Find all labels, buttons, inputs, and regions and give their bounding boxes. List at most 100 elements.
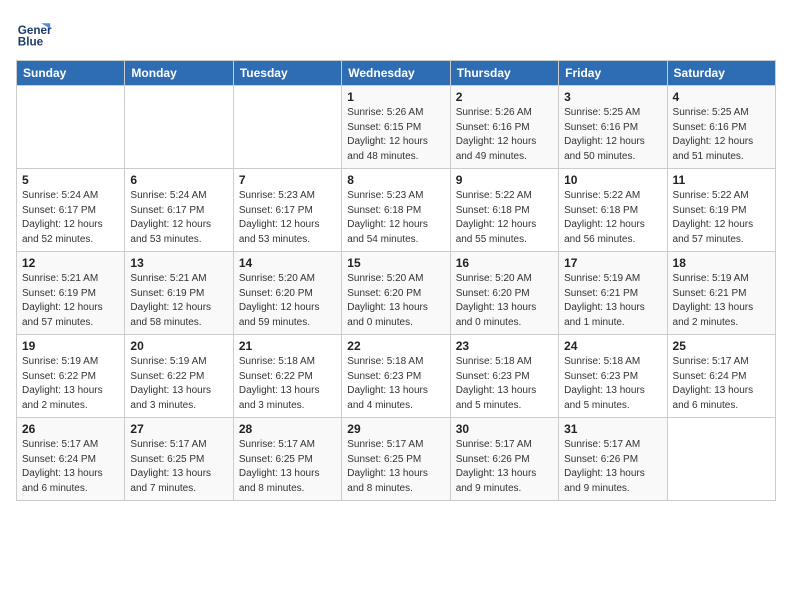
calendar-cell: 21 Sunrise: 5:18 AM Sunset: 6:22 PM Dayli… xyxy=(233,335,341,418)
calendar-cell: 4 Sunrise: 5:25 AM Sunset: 6:16 PM Daylig… xyxy=(667,86,775,169)
day-info: Sunrise: 5:17 AM Sunset: 6:25 PM Dayligh… xyxy=(239,438,336,496)
calendar-week-row: 26Sunrise: 5:17 AM Sunset: 6:24 PM Dayli… xyxy=(17,418,776,501)
day-number: 4 xyxy=(673,90,770,104)
calendar-cell: 17 Sunrise: 5:19 AM Sunset: 6:21 PM Dayli… xyxy=(559,252,667,335)
calendar-cell: 13Sunrise: 5:21 AM Sunset: 6:19 PM Dayli… xyxy=(125,252,233,335)
calendar-cell: 7 Sunrise: 5:23 AM Sunset: 6:17 PM Daylig… xyxy=(233,169,341,252)
calendar-cell: 8 Sunrise: 5:23 AM Sunset: 6:18 PM Daylig… xyxy=(342,169,450,252)
day-number: 14 xyxy=(239,256,336,270)
day-info: Sunrise: 5:20 AM Sunset: 6:20 PM Dayligh… xyxy=(239,272,336,330)
day-number: 2 xyxy=(456,90,553,104)
calendar-cell: 22 Sunrise: 5:18 AM Sunset: 6:23 PM Dayli… xyxy=(342,335,450,418)
day-info: Sunrise: 5:19 AM Sunset: 6:22 PM Dayligh… xyxy=(22,355,119,413)
day-info: Sunrise: 5:19 AM Sunset: 6:21 PM Dayligh… xyxy=(673,272,770,330)
calendar-cell xyxy=(125,86,233,169)
calendar-cell: 16 Sunrise: 5:20 AM Sunset: 6:20 PM Dayli… xyxy=(450,252,558,335)
calendar-cell: 25 Sunrise: 5:17 AM Sunset: 6:24 PM Dayli… xyxy=(667,335,775,418)
day-number: 9 xyxy=(456,173,553,187)
day-info: Sunrise: 5:24 AM Sunset: 6:17 PM Dayligh… xyxy=(130,189,227,247)
day-info: Sunrise: 5:19 AM Sunset: 6:22 PM Dayligh… xyxy=(130,355,227,413)
calendar-cell: 2 Sunrise: 5:26 AM Sunset: 6:16 PM Daylig… xyxy=(450,86,558,169)
calendar-cell xyxy=(233,86,341,169)
logo: General Blue xyxy=(16,16,52,52)
weekday-header-sunday: Sunday xyxy=(17,61,125,86)
calendar-cell: 6 Sunrise: 5:24 AM Sunset: 6:17 PM Daylig… xyxy=(125,169,233,252)
page-header: General Blue xyxy=(16,16,776,52)
day-number: 17 xyxy=(564,256,661,270)
day-info: Sunrise: 5:20 AM Sunset: 6:20 PM Dayligh… xyxy=(456,272,553,330)
weekday-header-tuesday: Tuesday xyxy=(233,61,341,86)
calendar-cell: 11 Sunrise: 5:22 AM Sunset: 6:19 PM Dayli… xyxy=(667,169,775,252)
day-info: Sunrise: 5:22 AM Sunset: 6:18 PM Dayligh… xyxy=(564,189,661,247)
day-number: 8 xyxy=(347,173,444,187)
weekday-header-friday: Friday xyxy=(559,61,667,86)
calendar-cell: 18 Sunrise: 5:19 AM Sunset: 6:21 PM Dayli… xyxy=(667,252,775,335)
day-number: 20 xyxy=(130,339,227,353)
day-info: Sunrise: 5:25 AM Sunset: 6:16 PM Dayligh… xyxy=(564,106,661,164)
calendar-cell: 1Sunrise: 5:26 AM Sunset: 6:15 PM Daylig… xyxy=(342,86,450,169)
day-info: Sunrise: 5:17 AM Sunset: 6:26 PM Dayligh… xyxy=(564,438,661,496)
calendar-cell xyxy=(667,418,775,501)
calendar-week-row: 19 Sunrise: 5:19 AM Sunset: 6:22 PM Dayli… xyxy=(17,335,776,418)
day-number: 28 xyxy=(239,422,336,436)
calendar-cell: 12 Sunrise: 5:21 AM Sunset: 6:19 PM Dayli… xyxy=(17,252,125,335)
weekday-header-monday: Monday xyxy=(125,61,233,86)
day-info: Sunrise: 5:20 AM Sunset: 6:20 PM Dayligh… xyxy=(347,272,444,330)
day-info: Sunrise: 5:17 AM Sunset: 6:25 PM Dayligh… xyxy=(130,438,227,496)
calendar-cell: 30 Sunrise: 5:17 AM Sunset: 6:26 PM Dayli… xyxy=(450,418,558,501)
day-number: 27 xyxy=(130,422,227,436)
day-info: Sunrise: 5:24 AM Sunset: 6:17 PM Dayligh… xyxy=(22,189,119,247)
day-info: Sunrise: 5:25 AM Sunset: 6:16 PM Dayligh… xyxy=(673,106,770,164)
day-number: 29 xyxy=(347,422,444,436)
svg-text:Blue: Blue xyxy=(18,36,44,49)
calendar-cell: 5 Sunrise: 5:24 AM Sunset: 6:17 PM Daylig… xyxy=(17,169,125,252)
calendar-cell: 28 Sunrise: 5:17 AM Sunset: 6:25 PM Dayli… xyxy=(233,418,341,501)
calendar-week-row: 12 Sunrise: 5:21 AM Sunset: 6:19 PM Dayli… xyxy=(17,252,776,335)
day-number: 22 xyxy=(347,339,444,353)
day-info: Sunrise: 5:18 AM Sunset: 6:23 PM Dayligh… xyxy=(456,355,553,413)
day-info: Sunrise: 5:17 AM Sunset: 6:26 PM Dayligh… xyxy=(456,438,553,496)
day-number: 11 xyxy=(673,173,770,187)
weekday-header-thursday: Thursday xyxy=(450,61,558,86)
weekday-header-wednesday: Wednesday xyxy=(342,61,450,86)
day-info: Sunrise: 5:19 AM Sunset: 6:21 PM Dayligh… xyxy=(564,272,661,330)
calendar-week-row: 1Sunrise: 5:26 AM Sunset: 6:15 PM Daylig… xyxy=(17,86,776,169)
day-info: Sunrise: 5:17 AM Sunset: 6:24 PM Dayligh… xyxy=(22,438,119,496)
calendar-cell: 26Sunrise: 5:17 AM Sunset: 6:24 PM Dayli… xyxy=(17,418,125,501)
day-number: 15 xyxy=(347,256,444,270)
day-info: Sunrise: 5:23 AM Sunset: 6:17 PM Dayligh… xyxy=(239,189,336,247)
day-number: 7 xyxy=(239,173,336,187)
day-number: 24 xyxy=(564,339,661,353)
day-info: Sunrise: 5:17 AM Sunset: 6:24 PM Dayligh… xyxy=(673,355,770,413)
day-number: 23 xyxy=(456,339,553,353)
day-info: Sunrise: 5:21 AM Sunset: 6:19 PM Dayligh… xyxy=(130,272,227,330)
weekday-header-row: SundayMondayTuesdayWednesdayThursdayFrid… xyxy=(17,61,776,86)
day-info: Sunrise: 5:26 AM Sunset: 6:16 PM Dayligh… xyxy=(456,106,553,164)
day-info: Sunrise: 5:22 AM Sunset: 6:18 PM Dayligh… xyxy=(456,189,553,247)
day-info: Sunrise: 5:23 AM Sunset: 6:18 PM Dayligh… xyxy=(347,189,444,247)
day-info: Sunrise: 5:22 AM Sunset: 6:19 PM Dayligh… xyxy=(673,189,770,247)
calendar-cell: 24 Sunrise: 5:18 AM Sunset: 6:23 PM Dayli… xyxy=(559,335,667,418)
day-info: Sunrise: 5:21 AM Sunset: 6:19 PM Dayligh… xyxy=(22,272,119,330)
calendar-cell: 20 Sunrise: 5:19 AM Sunset: 6:22 PM Dayli… xyxy=(125,335,233,418)
day-number: 16 xyxy=(456,256,553,270)
day-number: 12 xyxy=(22,256,119,270)
day-number: 30 xyxy=(456,422,553,436)
day-number: 19 xyxy=(22,339,119,353)
calendar-cell: 14 Sunrise: 5:20 AM Sunset: 6:20 PM Dayli… xyxy=(233,252,341,335)
calendar-cell: 23 Sunrise: 5:18 AM Sunset: 6:23 PM Dayli… xyxy=(450,335,558,418)
day-number: 25 xyxy=(673,339,770,353)
day-info: Sunrise: 5:18 AM Sunset: 6:23 PM Dayligh… xyxy=(347,355,444,413)
day-number: 21 xyxy=(239,339,336,353)
day-number: 6 xyxy=(130,173,227,187)
calendar-cell xyxy=(17,86,125,169)
day-info: Sunrise: 5:18 AM Sunset: 6:23 PM Dayligh… xyxy=(564,355,661,413)
day-number: 18 xyxy=(673,256,770,270)
calendar-cell: 19 Sunrise: 5:19 AM Sunset: 6:22 PM Dayli… xyxy=(17,335,125,418)
logo-icon: General Blue xyxy=(16,16,52,52)
weekday-header-saturday: Saturday xyxy=(667,61,775,86)
calendar-cell: 31Sunrise: 5:17 AM Sunset: 6:26 PM Dayli… xyxy=(559,418,667,501)
day-number: 5 xyxy=(22,173,119,187)
calendar-cell: 10Sunrise: 5:22 AM Sunset: 6:18 PM Dayli… xyxy=(559,169,667,252)
day-info: Sunrise: 5:18 AM Sunset: 6:22 PM Dayligh… xyxy=(239,355,336,413)
